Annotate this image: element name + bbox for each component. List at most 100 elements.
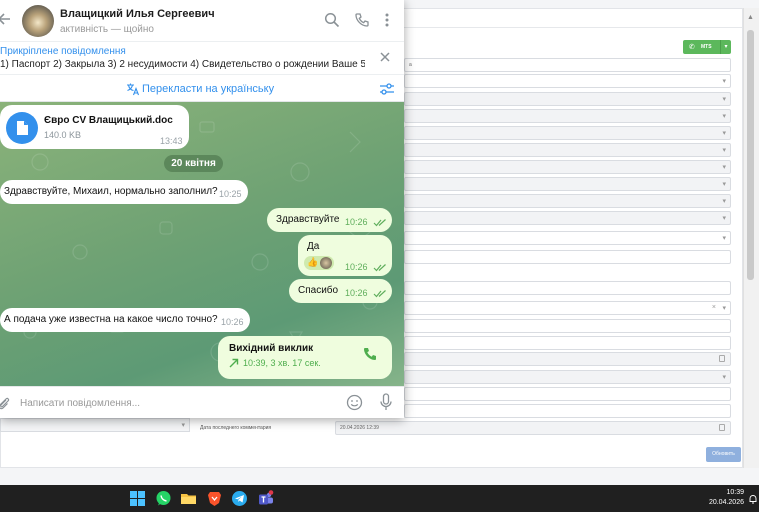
file-explorer-icon[interactable] — [180, 490, 197, 507]
crm-text-field[interactable] — [404, 336, 731, 350]
contact-avatar[interactable] — [22, 5, 54, 37]
crm-scrollbar-thumb[interactable] — [747, 30, 754, 280]
double-check-icon — [373, 219, 386, 227]
emoji-icon[interactable] — [346, 394, 363, 411]
message-time: 10:26 — [345, 217, 368, 227]
last-comment-date-label: Дата последнего комментария — [200, 425, 272, 431]
crm-select-field[interactable]: ▾ — [404, 143, 731, 157]
crm-select-field[interactable]: ▾ — [404, 109, 731, 123]
chevron-down-icon[interactable]: ▾ — [720, 40, 731, 54]
back-arrow-icon[interactable] — [0, 10, 12, 28]
crm-select-field[interactable]: ▾ — [404, 370, 731, 384]
crm-select-field[interactable]: ▾ — [404, 194, 731, 208]
incoming-message[interactable]: Здравствуйте, Михаил, нормально заполнил… — [0, 180, 248, 204]
contact-status: активність — щойно — [60, 24, 154, 35]
message-input[interactable] — [20, 395, 320, 411]
chevron-down-icon: ▾ — [722, 164, 726, 171]
search-icon[interactable] — [324, 12, 340, 28]
telegram-window: Влащицкий Илья Сергеевич активність — що… — [0, 0, 404, 418]
crm-select-field[interactable]: ▾ — [404, 211, 731, 225]
crm-select-field[interactable]: ▾ — [404, 92, 731, 106]
message-text: Да — [307, 241, 320, 252]
microphone-icon[interactable] — [379, 393, 393, 411]
message-time: 10:26 — [221, 317, 244, 327]
crm-select-field[interactable]: ▾ — [404, 231, 731, 245]
crm-text-field[interactable]: а — [404, 58, 731, 72]
windows-start-icon[interactable] — [129, 490, 146, 507]
outgoing-message[interactable]: Здравствуйте 10:26 — [267, 208, 392, 232]
crm-select-field[interactable]: ▾ — [404, 74, 731, 88]
double-check-icon — [373, 264, 386, 272]
chevron-down-icon: ▾ — [722, 96, 726, 103]
message-time: 13:43 — [160, 136, 183, 146]
settings-sliders-icon[interactable] — [379, 82, 395, 96]
mts-call-button[interactable]: ✆ MTS ▾ — [683, 40, 731, 54]
thumbs-up-icon: 👍 — [307, 257, 319, 267]
chat-header: Влащицкий Илья Сергеевич активність — що… — [0, 0, 404, 42]
chevron-down-icon: ▾ — [722, 78, 726, 85]
phone-icon: ✆ — [689, 44, 695, 51]
taskbar-clock-date[interactable]: 20.04.2026 — [700, 499, 744, 506]
contact-name[interactable]: Влащицкий Илья Сергеевич — [60, 8, 215, 20]
crm-field-text: а — [409, 62, 412, 68]
chevron-down-icon: ▾ — [722, 113, 726, 120]
crm-select-field[interactable]: ▾ — [404, 126, 731, 140]
message-time: 10:26 — [345, 288, 368, 298]
chevron-down-icon: ▾ — [722, 374, 726, 381]
clear-icon[interactable]: × — [712, 304, 716, 311]
chevron-down-icon: ▾ — [722, 181, 726, 188]
pinned-message-text: 1) Паспорт 2) Закрыла 3) 2 несудимости 4… — [0, 59, 365, 70]
crm-top-divider — [404, 8, 742, 28]
taskbar-clock-time[interactable]: 10:39 — [704, 489, 744, 496]
crm-text-field[interactable] — [404, 319, 731, 333]
translate-icon — [126, 82, 140, 96]
more-vertical-icon[interactable] — [379, 12, 395, 28]
crm-text-field[interactable] — [404, 281, 731, 295]
phone-call-icon[interactable] — [354, 12, 370, 28]
file-name[interactable]: Євро CV Влащицький.doc — [44, 115, 173, 126]
document-icon[interactable] — [6, 112, 38, 144]
chat-messages-area[interactable]: Євро CV Влащицький.doc 140.0 KB 13:43 20… — [0, 102, 404, 386]
whatsapp-icon[interactable] — [155, 490, 172, 507]
crm-select-field[interactable]: ▾ — [404, 160, 731, 174]
scroll-up-icon[interactable]: ▲ — [747, 14, 754, 21]
notification-bell-icon[interactable] — [748, 494, 758, 504]
crm-text-field[interactable] — [404, 387, 731, 401]
chevron-down-icon: ▾ — [722, 130, 726, 137]
call-info: 10:39, 3 хв. 17 сек. — [243, 358, 321, 368]
crm-select-field[interactable]: ▾ — [404, 177, 731, 191]
translate-bar[interactable]: Перекласти на українську — [0, 76, 404, 102]
chevron-down-icon: ▾ — [722, 147, 726, 154]
teams-icon[interactable] — [257, 490, 274, 507]
outgoing-message[interactable]: Да 👍 10:26 — [298, 235, 392, 276]
chevron-down-icon: ▾ — [722, 305, 726, 312]
call-phone-icon[interactable] — [362, 346, 378, 362]
calendar-icon[interactable] — [719, 355, 725, 362]
last-comment-date-value: 20.04.2026 12:39 — [340, 425, 379, 431]
crm-select-field[interactable]: ▾ — [0, 418, 190, 432]
file-size: 140.0 KB — [44, 130, 82, 140]
crm-text-field[interactable] — [404, 404, 731, 418]
last-comment-date-field[interactable]: 20.04.2026 12:39 — [335, 421, 731, 435]
brave-browser-icon[interactable] — [206, 490, 223, 507]
message-reactions[interactable]: 👍 — [304, 256, 334, 270]
close-icon[interactable] — [378, 50, 392, 64]
crm-text-field[interactable] — [404, 250, 731, 264]
refresh-button[interactable]: Обновить — [706, 447, 741, 462]
windows-taskbar: 10:39 20.04.2026 — [0, 485, 759, 512]
crm-date-field[interactable] — [404, 352, 731, 366]
attach-paperclip-icon[interactable] — [0, 395, 10, 411]
pinned-message-title: Прикріплене повідомлення — [0, 46, 126, 57]
translate-button-label[interactable]: Перекласти на українську — [142, 83, 274, 95]
message-text: А подача уже известна на какое число точ… — [4, 314, 218, 325]
outgoing-call-message[interactable]: Вихідний виклик 10:39, 3 хв. 17 сек. — [218, 336, 392, 379]
incoming-file-message[interactable]: Євро CV Влащицький.doc 140.0 KB 13:43 — [0, 105, 189, 149]
pinned-message-bar[interactable]: Прикріплене повідомлення 1) Паспорт 2) З… — [0, 42, 404, 75]
date-separator: 20 квітня — [164, 155, 223, 172]
outgoing-message[interactable]: Спасибо 10:26 — [289, 279, 392, 303]
telegram-icon[interactable] — [231, 490, 248, 507]
message-time: 10:25 — [219, 189, 242, 199]
incoming-message[interactable]: А подача уже известна на какое число точ… — [0, 308, 250, 332]
crm-select-field[interactable]: × ▾ — [404, 301, 731, 315]
calendar-icon[interactable] — [719, 424, 725, 431]
